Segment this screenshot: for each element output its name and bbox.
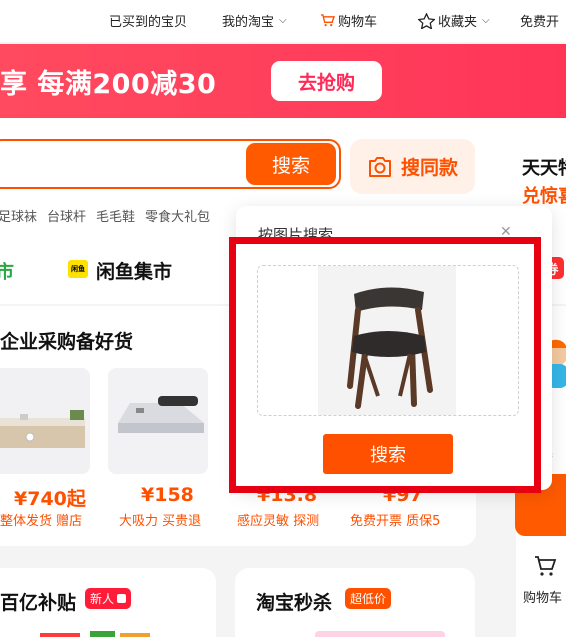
product-price: ¥158 [141,484,194,506]
category-xianyu[interactable]: 闲鱼集市 [96,257,172,284]
range-hood-image [118,396,204,433]
cart-icon[interactable] [533,554,557,578]
side-promo-title[interactable]: 天天特 [522,154,566,180]
search-button[interactable]: 搜索 [246,143,336,185]
category-market[interactable]: 市 [0,258,14,284]
chair-picture [347,287,433,409]
popup-title: 按图片搜索 [258,226,334,244]
top-nav: 已买到的宝贝 我的淘宝 ⌵ 购物车 收藏夹 ⌵ 免费开 [0,0,566,42]
cart-icon [321,14,335,27]
promo-text: 享 每满200减30 [0,69,217,100]
newcomer-badge: 新人 [85,588,132,609]
product-range-hood[interactable] [108,368,208,474]
hotword[interactable]: 台球杆 [47,206,86,225]
hotword[interactable]: 足球袜 [0,206,37,225]
popup-search-button[interactable]: 搜索 [323,434,453,474]
gift-icon [117,594,127,603]
flash-sale-title: 淘宝秒杀 [256,592,333,614]
nav-my-taobao-label: 我的淘宝 [222,15,275,30]
subsidy-products-image [40,631,150,637]
sidebar-cart-label[interactable]: 购物车 [523,587,562,606]
hotword[interactable]: 毛毛鞋 [96,206,135,225]
taobao-homepage: 已买到的宝贝 我的淘宝 ⌵ 购物车 收藏夹 ⌵ 免费开 享 每满200减30 去抢购… [0,0,566,637]
reception-desk-image [0,410,85,448]
grab-button[interactable]: 去抢购 [271,61,382,101]
hotwords: 足球袜 台球杆 毛毛鞋 零食大礼包 [0,206,210,225]
enterprise-title[interactable]: 企业采购备好货 [0,327,133,354]
product-price: ¥740起 [14,488,86,510]
nav-cart[interactable]: 购物车 [320,11,377,30]
nav-bought-label: 已买到的宝贝 [109,15,188,30]
chair-image [318,266,456,415]
nav-cart-label: 购物车 [338,15,378,30]
nav-bought[interactable]: 已买到的宝贝 [109,11,187,30]
image-search-button[interactable]: 搜同款 [350,139,475,194]
chevron-down-icon: ⌵ [279,15,287,26]
flash-sale-product-image [315,631,445,637]
product-tag: 整体发货 赠店 [0,514,83,529]
nav-my-taobao[interactable]: 我的淘宝 ⌵ [222,11,287,30]
side-promo-sub[interactable]: 兑惊喜 [522,182,566,208]
product-tag: 感应灵敏 探测 [237,514,320,529]
product-tag: 大吸力 买贵退 [119,514,202,529]
nav-free-open[interactable]: 免费开 [520,11,559,30]
product-tag: 免费开票 质保5 [350,514,441,529]
chevron-down-icon: ⌵ [482,15,490,26]
close-icon[interactable]: ✕ [500,224,512,240]
camera-icon [368,156,391,177]
xianyu-logo-icon: 闲鱼 [68,260,88,278]
image-search-label: 搜同款 [400,157,458,179]
product-reception-desk[interactable] [0,368,90,474]
subsidy-title: 百亿补贴 [0,592,77,614]
star-icon [418,12,435,29]
promo-banner[interactable]: 享 每满200减30 去抢购 [0,44,566,118]
low-price-badge: 超低价 [345,588,392,609]
nav-favorites-label: 收藏夹 [438,15,478,30]
newcomer-badge-label: 新人 [90,592,115,606]
nav-free-open-label: 免费开 [520,15,560,30]
nav-favorites[interactable]: 收藏夹 ⌵ [418,11,490,30]
hotword[interactable]: 零食大礼包 [145,206,210,225]
